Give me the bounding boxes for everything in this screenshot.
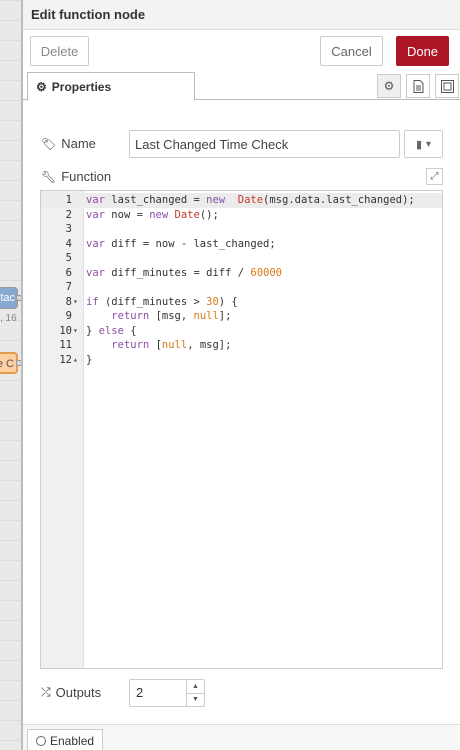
expand-icon: ⤢ — [430, 171, 439, 182]
line-number: 1 — [65, 194, 72, 206]
tray-footer: Enabled — [23, 724, 460, 750]
description-tab-button[interactable] — [406, 74, 430, 98]
code-line[interactable]: 11 return [null, msg]; — [41, 338, 442, 353]
workspace-node-label: ntac — [0, 292, 15, 304]
code-line[interactable]: 4 var diff = now - last_changed; — [41, 237, 442, 252]
done-button[interactable]: Done — [396, 36, 449, 66]
increment-button[interactable]: ▲ — [187, 680, 204, 693]
code-line[interactable]: 7 — [41, 280, 442, 295]
function-label: 🔧︎ Function — [41, 169, 111, 184]
code-line[interactable]: 10 ▾} else { — [41, 324, 442, 339]
settings-tab-button[interactable]: ⚙ — [377, 74, 401, 98]
workspace-grid — [0, 0, 21, 750]
code-line[interactable]: 3 — [41, 222, 442, 237]
delete-button[interactable]: Delete — [30, 36, 89, 66]
gear-icon: ⚙ — [36, 79, 47, 94]
tab-bar: ⚙ Properties ⚙ — [23, 72, 460, 101]
shuffle-icon: ⤮ — [41, 685, 51, 699]
name-label-text: Name — [61, 136, 96, 151]
code-text: } else { — [86, 324, 137, 337]
code-text: var last_changed = new Date(msg.data.las… — [86, 194, 415, 206]
chevron-down-icon: ▾ — [426, 138, 432, 150]
flow-workspace[interactable]: ntac , 16 e C — [0, 0, 22, 750]
fold-toggle-icon[interactable]: ▾ — [73, 295, 83, 310]
line-number: 6 — [65, 266, 72, 279]
chevron-down-icon: ▼ — [192, 696, 199, 704]
code-line[interactable]: 8 ▾ if (diff_minutes > 30) { — [41, 295, 442, 310]
code-line[interactable]: 1 var last_changed = new Date(msg.data.la… — [41, 193, 442, 208]
line-number: 5 — [65, 252, 72, 264]
code-line[interactable]: 12 ▴} — [41, 353, 442, 368]
tray-title: Edit function node — [23, 0, 460, 30]
code-text: var diff = now - last_changed; — [86, 237, 276, 250]
decrement-button[interactable]: ▼ — [187, 692, 204, 707]
fold-toggle-icon[interactable]: ▾ — [73, 324, 83, 339]
code-text: var now = new Date(); — [86, 208, 219, 221]
code-line[interactable]: 9 return [msg, null]; — [41, 309, 442, 324]
expand-editor-button[interactable]: ⤢ — [426, 168, 443, 185]
code-text: return [msg, null]; — [111, 310, 232, 322]
enabled-label: Enabled — [50, 733, 95, 748]
code-text: } — [86, 353, 93, 366]
edit-tray: Edit function node Delete Cancel Done ⚙ … — [22, 0, 460, 750]
function-label-text: Function — [61, 169, 112, 184]
line-number: 3 — [65, 223, 72, 235]
line-number: 11 — [59, 339, 72, 351]
circle-icon — [36, 735, 46, 746]
stepper-arrows: ▲ ▼ — [186, 680, 204, 706]
line-number: 7 — [65, 281, 72, 293]
workspace-node-status: , 16 — [0, 313, 17, 324]
file-icon — [413, 79, 423, 93]
code-line[interactable]: 2 var now = new Date(); — [41, 208, 442, 223]
chevron-up-icon: ▲ — [192, 682, 199, 690]
line-number: 9 — [65, 310, 72, 322]
outputs-stepper[interactable]: 2 ▲ ▼ — [129, 679, 205, 707]
book-icon: ▮ — [415, 138, 423, 151]
wrench-icon: 🔧︎ — [41, 169, 57, 184]
layout-icon — [440, 79, 454, 93]
code-text: return [null, msg]; — [111, 339, 232, 351]
code-line[interactable]: 6 var diff_minutes = diff / 60000 — [41, 266, 442, 281]
line-number: 10 — [59, 324, 72, 337]
name-label: 🏷︎ Name — [41, 136, 96, 151]
outputs-value[interactable]: 2 — [130, 680, 186, 706]
code-line[interactable]: 5 — [41, 251, 442, 266]
fold-toggle-icon[interactable]: ▴ — [73, 353, 83, 368]
code-text: if (diff_minutes > 30) { — [86, 295, 238, 308]
line-number: 2 — [65, 208, 72, 221]
tab-properties[interactable]: ⚙ Properties — [27, 72, 195, 101]
code-editor[interactable]: 1 var last_changed = new Date(msg.data.la… — [40, 190, 443, 669]
workspace-node-label: e C — [0, 358, 14, 370]
line-number: 8 — [65, 295, 72, 308]
tag-icon: 🏷︎ — [41, 136, 57, 151]
line-number: 4 — [65, 237, 72, 250]
outputs-label: ⤮ Outputs — [41, 685, 101, 700]
cancel-button[interactable]: Cancel — [320, 36, 383, 66]
tab-properties-label: Properties — [51, 79, 112, 94]
code-text: var diff_minutes = diff / 60000 — [86, 266, 282, 279]
appearance-tab-button[interactable] — [435, 74, 459, 98]
enabled-toggle[interactable]: Enabled — [27, 729, 104, 750]
gear-icon: ⚙ — [383, 79, 395, 93]
line-number: 12 — [59, 353, 72, 366]
tray-toolbar: Delete Cancel Done — [23, 30, 460, 72]
name-input[interactable] — [129, 130, 400, 158]
outputs-label-text: Outputs — [55, 685, 102, 700]
library-button[interactable]: ▮ ▾ — [404, 130, 443, 158]
